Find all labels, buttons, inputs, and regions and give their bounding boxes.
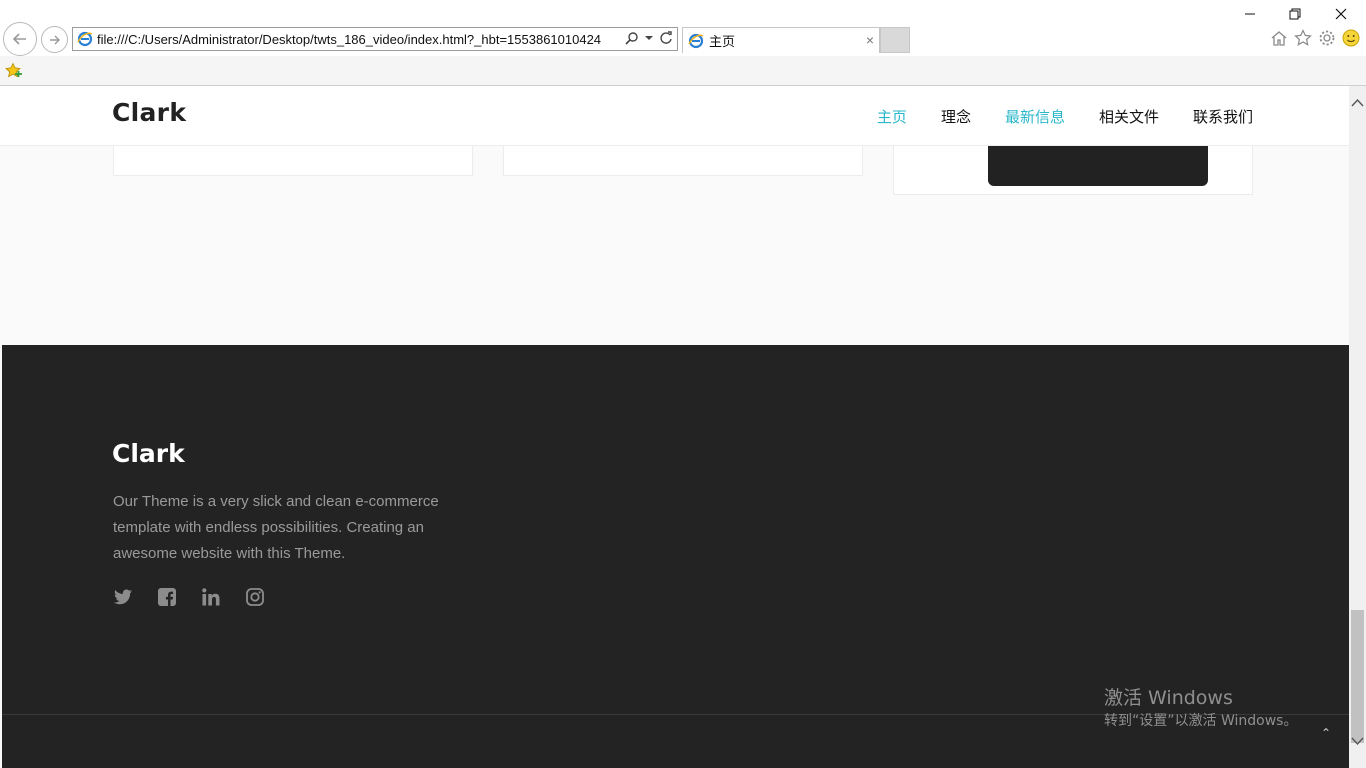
footer-description: Our Theme is a very slick and clean e-co…	[113, 493, 439, 562]
instagram-icon[interactable]	[245, 587, 265, 607]
add-to-favorites-bar-icon[interactable]	[5, 62, 23, 80]
dropdown-icon[interactable]	[645, 34, 653, 42]
favorites-star-icon[interactable]	[1294, 29, 1312, 47]
favorites-bar	[0, 56, 1366, 86]
restore-icon	[1289, 8, 1301, 20]
nav-item-philosophy[interactable]: 理念	[941, 106, 971, 127]
scroll-up-icon[interactable]	[1351, 98, 1364, 108]
arrow-right-icon	[49, 35, 60, 44]
arrow-left-icon	[12, 33, 26, 45]
windows-activation-watermark: 激活 Windows 转到“设置”以激活 Windows。	[1104, 686, 1297, 732]
content-card	[893, 146, 1253, 195]
vertical-scrollbar[interactable]	[1349, 86, 1366, 768]
nav-item-contact[interactable]: 联系我们	[1193, 106, 1253, 127]
facebook-icon[interactable]	[157, 587, 177, 607]
scroll-down-icon[interactable]	[1351, 736, 1364, 746]
url-text[interactable]: file:///C:/Users/Administrator/Desktop/t…	[97, 32, 617, 47]
forward-button[interactable]	[41, 26, 68, 53]
activation-subtitle: 转到“设置”以激活 Windows。	[1104, 713, 1298, 729]
nav-item-news[interactable]: 最新信息	[1005, 106, 1065, 127]
site-nav: 主页 理念 最新信息 相关文件 联系我们	[877, 106, 1253, 127]
footer-logo: Clark	[112, 439, 185, 468]
scrollbar-thumb[interactable]	[1351, 610, 1364, 743]
close-icon	[1335, 8, 1347, 20]
new-tab-button[interactable]	[880, 27, 910, 53]
smiley-feedback-icon[interactable]	[1342, 29, 1360, 47]
tab-title: 主页	[709, 34, 736, 49]
minimize-icon	[1245, 13, 1255, 15]
back-to-top-button[interactable]: ⌃	[1321, 726, 1331, 740]
address-bar[interactable]: file:///C:/Users/Administrator/Desktop/t…	[72, 27, 678, 51]
site-header: Clark 主页 理念 最新信息 相关文件 联系我们	[0, 86, 1349, 146]
back-button[interactable]	[3, 22, 37, 56]
social-links	[113, 587, 265, 607]
home-icon[interactable]	[1270, 29, 1288, 47]
browser-tab[interactable]: 主页 ×	[682, 27, 880, 53]
site-logo[interactable]: Clark	[112, 98, 186, 127]
linkedin-icon[interactable]	[201, 587, 221, 607]
nav-item-documents[interactable]: 相关文件	[1099, 106, 1159, 127]
refresh-icon[interactable]	[659, 31, 673, 45]
search-icon[interactable]	[625, 31, 639, 45]
restore-button[interactable]	[1284, 3, 1306, 25]
ie-logo-icon	[77, 31, 93, 47]
tab-close-icon[interactable]: ×	[866, 32, 874, 48]
gear-icon[interactable]	[1318, 29, 1336, 47]
content-card	[113, 146, 473, 176]
minimize-button[interactable]	[1239, 3, 1261, 25]
nav-item-home[interactable]: 主页	[877, 106, 907, 127]
close-window-button[interactable]	[1330, 3, 1352, 25]
ie-logo-icon	[688, 33, 704, 48]
twitter-icon[interactable]	[113, 587, 133, 607]
activation-title: 激活 Windows	[1104, 687, 1233, 709]
browser-titlebar: file:///C:/Users/Administrator/Desktop/t…	[0, 0, 1366, 56]
card-dark-block	[988, 146, 1208, 186]
page-viewport: Clark 主页 理念 最新信息 相关文件 联系我们 Clark Our The…	[0, 86, 1349, 768]
content-card	[503, 146, 863, 176]
